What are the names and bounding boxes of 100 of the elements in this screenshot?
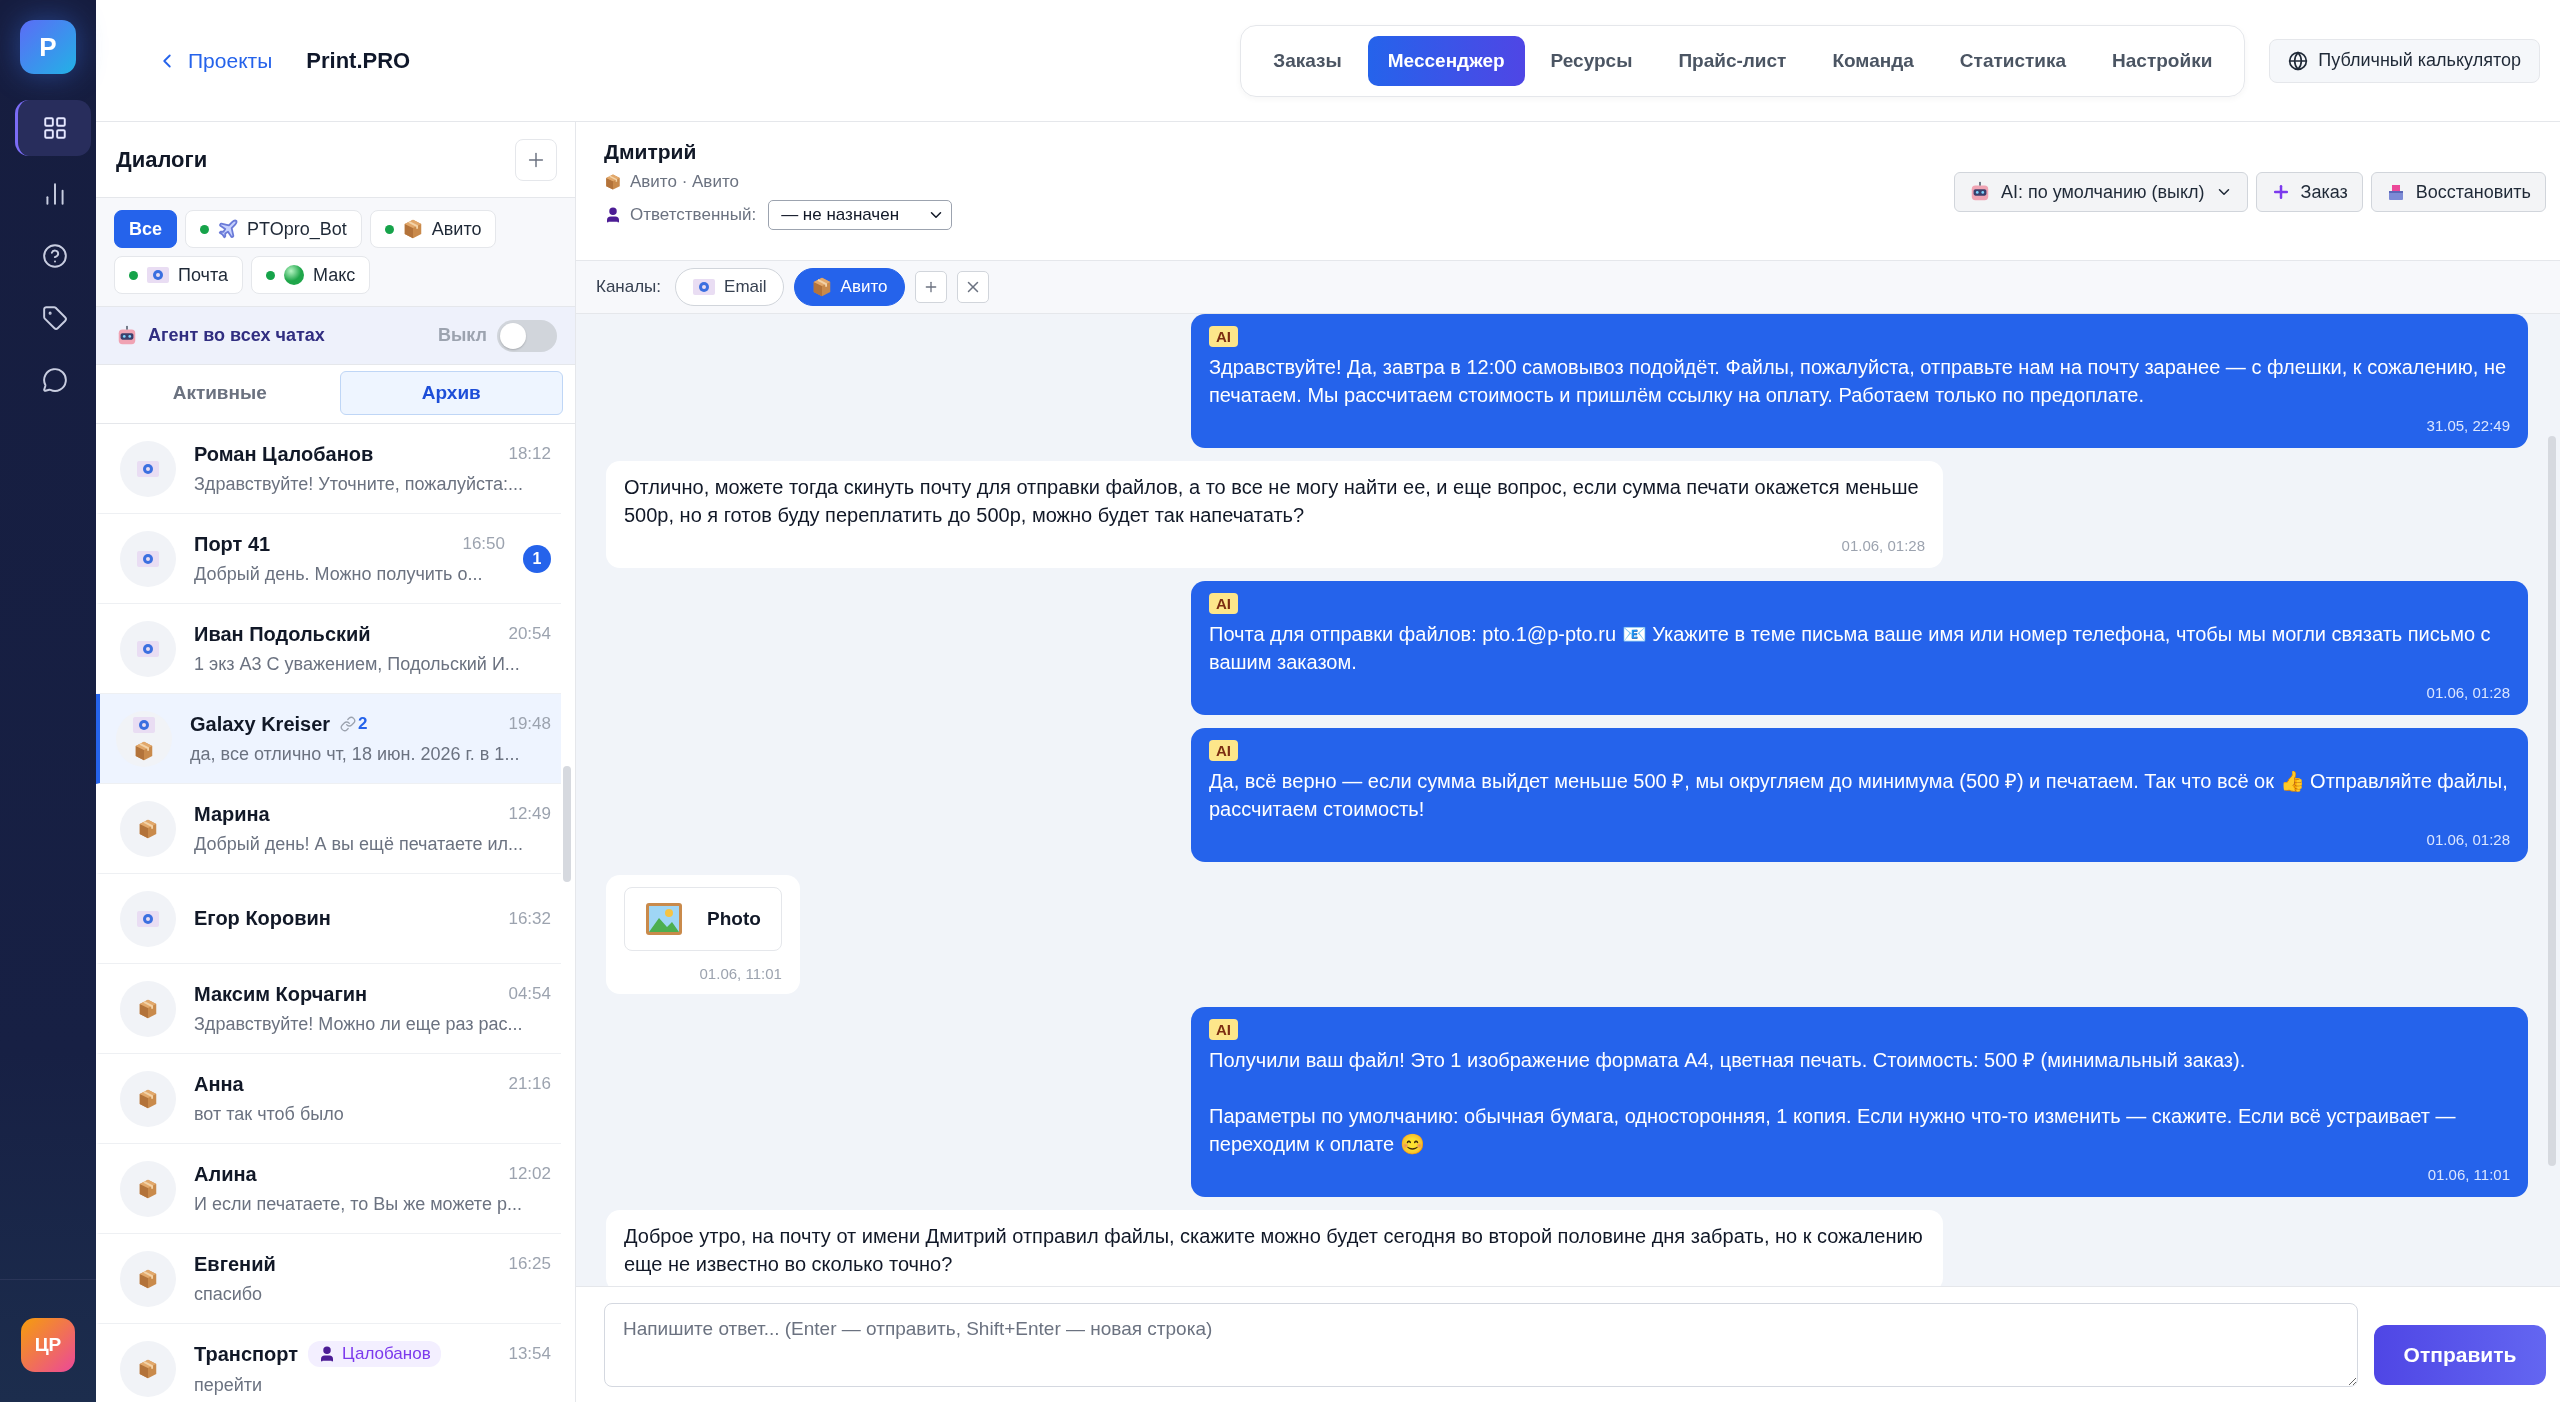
image-icon (645, 902, 683, 936)
public-calculator-button[interactable]: Публичный калькулятор (2269, 38, 2540, 83)
scrollbar-thumb[interactable] (563, 766, 571, 882)
order-button[interactable]: Заказ (2255, 172, 2363, 212)
ai-badge: AI (1209, 1019, 1238, 1040)
restore-button[interactable]: Восстановить (2370, 172, 2546, 212)
message-text: Доброе утро, на почту от имени Дмитрий отправил файлы, скажите можно будет сегодня во второй половине дня забрать, но к сожалению еще не известно во сколько точно? (624, 1224, 1924, 1277)
conversation-item[interactable]: Егор Коровин 16:32 (96, 874, 561, 964)
contact-name: Анна (194, 1072, 244, 1096)
conversation-item[interactable]: Роман Цалобанов 18:12 Здравствуйте! Уточните, пожалуйста:... (96, 424, 561, 514)
envelope-icon (136, 459, 160, 478)
channel-chip[interactable]: Авито (793, 268, 905, 306)
message-text: Да, всё верно — если сумма выйдет меньше 500 ₽, мы округляем до минимума (500 ₽) и печатаем. Так что всё ок 👍 Отправляйте файлы, рассчитаем стоимость! (1209, 769, 2509, 822)
nav-tab[interactable]: Команда (1812, 35, 1934, 86)
contact-name: Егор Коровин (194, 907, 331, 930)
message-preview: Здравствуйте! Уточните, пожалуйста:... (194, 473, 525, 495)
box-icon (133, 739, 155, 762)
box-icon (137, 1267, 159, 1290)
person-icon (604, 206, 622, 224)
responsible-select[interactable]: — не назначен (768, 200, 953, 230)
nav-tab[interactable]: Прайс-лист (1658, 35, 1807, 86)
message-time: 01.06, 01:28 (2426, 831, 2510, 848)
filter-chip[interactable]: Авито (369, 210, 497, 248)
conversation-item[interactable]: Алина 12:02 И если печатаете, то Вы же можете р... (96, 1144, 561, 1234)
contact-name: Galaxy Kreiser (190, 712, 331, 736)
agent-toggle[interactable] (497, 319, 557, 352)
remove-channel-button[interactable] (956, 271, 989, 303)
message-preview: И если печатаете, то Вы же можете р... (194, 1193, 523, 1215)
channel-source: Авито · Авито (630, 172, 739, 192)
link-icon (340, 716, 357, 732)
message-time: 19:48 (508, 714, 551, 734)
add-dialog-button[interactable] (515, 138, 557, 181)
list-tab[interactable]: Архив (339, 371, 563, 415)
conversation-item[interactable]: Galaxy Kreiser 2 19:48 да, все отлично чт, 18 июн. 2026 г. в 1... (96, 694, 561, 784)
robot-icon (116, 324, 138, 347)
add-channel-button[interactable] (914, 271, 947, 303)
message-time: 21:16 (508, 1074, 551, 1094)
ai-mode-select[interactable]: AI: по умолчанию (выкл) (1953, 172, 2248, 212)
contact-name: Алина (194, 1162, 257, 1186)
list-tab[interactable]: Активные (108, 371, 332, 415)
message-text: Получили ваш файл! Это 1 изображение формата А4, цветная печать. Стоимость: 500 ₽ (минимальный заказ). Параметры по умолчанию: обычная бумага, односторонняя, 1 копия. Если нужно что-то изменить — скажите. Если всё устраивает — переходим к оплате 😊 (1209, 1048, 2457, 1157)
message-preview: вот так чтоб было (194, 1103, 345, 1125)
box-icon (137, 1357, 159, 1380)
box-icon (137, 1177, 159, 1200)
contact-name: Дмитрий (604, 140, 698, 164)
filter-chip[interactable]: Все (114, 210, 178, 248)
message-time: 16:32 (508, 908, 551, 929)
tag-icon (41, 305, 68, 331)
message-text: Почта для отправки файлов: pto.1@p-pto.ru 📧 Укажите в теме письма ваше имя или номер телефона, чтобы мы могли связать письмо с вашим заказом. (1209, 622, 2492, 675)
envelope-icon (146, 266, 170, 284)
agent-label: Агент во всех чатах (148, 325, 325, 346)
ball-icon (283, 264, 305, 286)
send-button[interactable]: Отправить (2374, 1324, 2546, 1385)
nav-button[interactable] (15, 100, 91, 156)
message-preview: спасибо (194, 1283, 264, 1305)
conversation-item[interactable]: Марина 12:49 Добрый день! А вы ещё печатаете ил... (96, 784, 561, 874)
conversation-item[interactable]: Максим Корчагин 04:54 Здравствуйте! Можно ли еще раз рас... (96, 964, 561, 1054)
message-time: 01.06, 11:01 (699, 965, 782, 982)
back-link[interactable]: Проекты (156, 48, 273, 73)
grid-icon (41, 115, 68, 141)
contact-name: Транспорт (194, 1342, 299, 1366)
conversation-item[interactable]: Транспорт Цалобанов 13:54 перейти (96, 1324, 561, 1402)
nav-tab[interactable]: Статистика (1939, 35, 2087, 86)
message-preview: перейти (194, 1375, 264, 1396)
link-number: 2 (358, 714, 368, 734)
contact-name: Роман Цалобанов (194, 442, 374, 466)
plane-icon (217, 218, 240, 240)
box-icon (137, 1087, 159, 1110)
ai-badge: AI (1209, 593, 1238, 614)
message-time: 13:54 (508, 1344, 551, 1364)
reply-field[interactable]: Напишите ответ... (Enter — отправить, Shift+Enter — новая строка) (604, 1302, 2358, 1387)
nav-tab[interactable]: Заказы (1253, 35, 1362, 86)
conversation-item[interactable]: Порт 41 16:50 Добрый день. Можно получить о... 1 (96, 514, 561, 604)
message-time: 01.06, 01:28 (2426, 684, 2510, 701)
filter-chip[interactable]: Макс (251, 256, 371, 294)
ai-badge: AI (1209, 326, 1238, 347)
filter-chip[interactable]: Почта (114, 256, 243, 294)
envelope-icon (132, 715, 156, 734)
message-time: 20:54 (508, 624, 551, 644)
dialogs-title: Диалоги (116, 146, 208, 173)
message-preview: 1 экз А3 С уважением, Подольский И... (194, 653, 521, 675)
message-time: 04:54 (508, 984, 551, 1004)
box-icon (137, 817, 159, 840)
agent-state: Выкл (437, 325, 487, 346)
project-title: Print.PRO (306, 47, 411, 74)
photo-attachment[interactable]: Photo (624, 887, 782, 951)
contact-name: Иван Подольский (194, 622, 371, 646)
channel-chip[interactable]: Email (675, 268, 784, 306)
nav-tab[interactable]: Ресурсы (1530, 35, 1653, 86)
scrollbar-thumb[interactable] (2548, 436, 2556, 1166)
filter-chip[interactable]: PTOpro_Bot (185, 210, 362, 248)
contact-name: Евгений (194, 1252, 276, 1276)
conversation-item[interactable]: Анна 21:16 вот так чтоб было (96, 1054, 561, 1144)
message-time: 16:50 (462, 534, 505, 554)
chat-icon (41, 367, 68, 393)
channels-label: Каналы: (596, 277, 662, 297)
nav-tab[interactable]: Мессенджер (1367, 35, 1525, 86)
nav-tab[interactable]: Настройки (2092, 35, 2233, 86)
conversation-item[interactable]: Евгений 16:25 спасибо (96, 1234, 561, 1324)
message-time: 16:25 (508, 1254, 551, 1274)
